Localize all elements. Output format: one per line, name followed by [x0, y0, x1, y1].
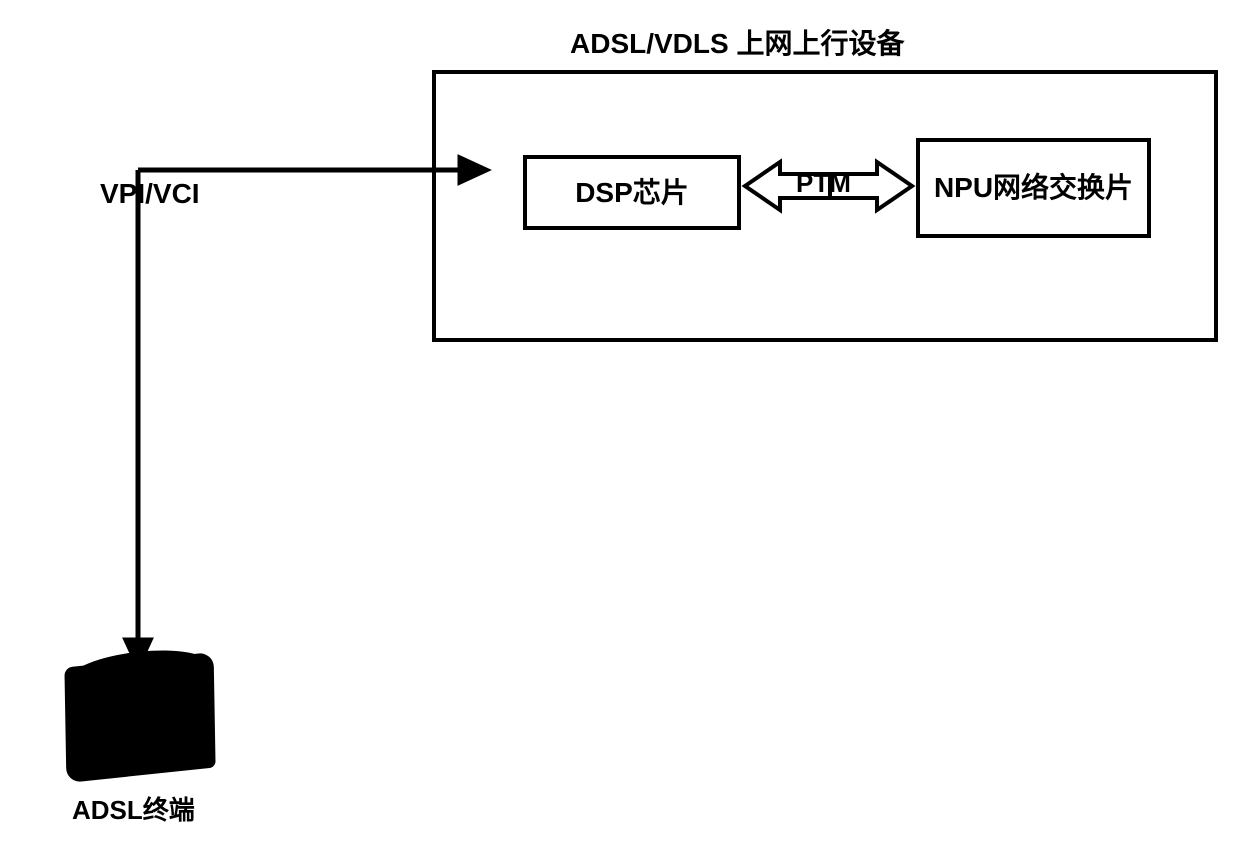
npu-switch-box: NPU网络交换片 — [916, 138, 1151, 238]
npu-switch-label: NPU网络交换片 — [934, 171, 1133, 205]
ptm-bus-label: PTM — [796, 168, 851, 199]
adsl-terminal-shape — [64, 652, 215, 783]
dsp-chip-box: DSP芯片 — [523, 155, 741, 230]
dsp-chip-label: DSP芯片 — [575, 176, 689, 210]
vpi-vci-label: VPI/VCI — [100, 178, 200, 210]
device-title: ADSL/VDLS 上网上行设备 — [570, 22, 904, 62]
adsl-terminal-label: ADSL终端 — [72, 790, 195, 827]
